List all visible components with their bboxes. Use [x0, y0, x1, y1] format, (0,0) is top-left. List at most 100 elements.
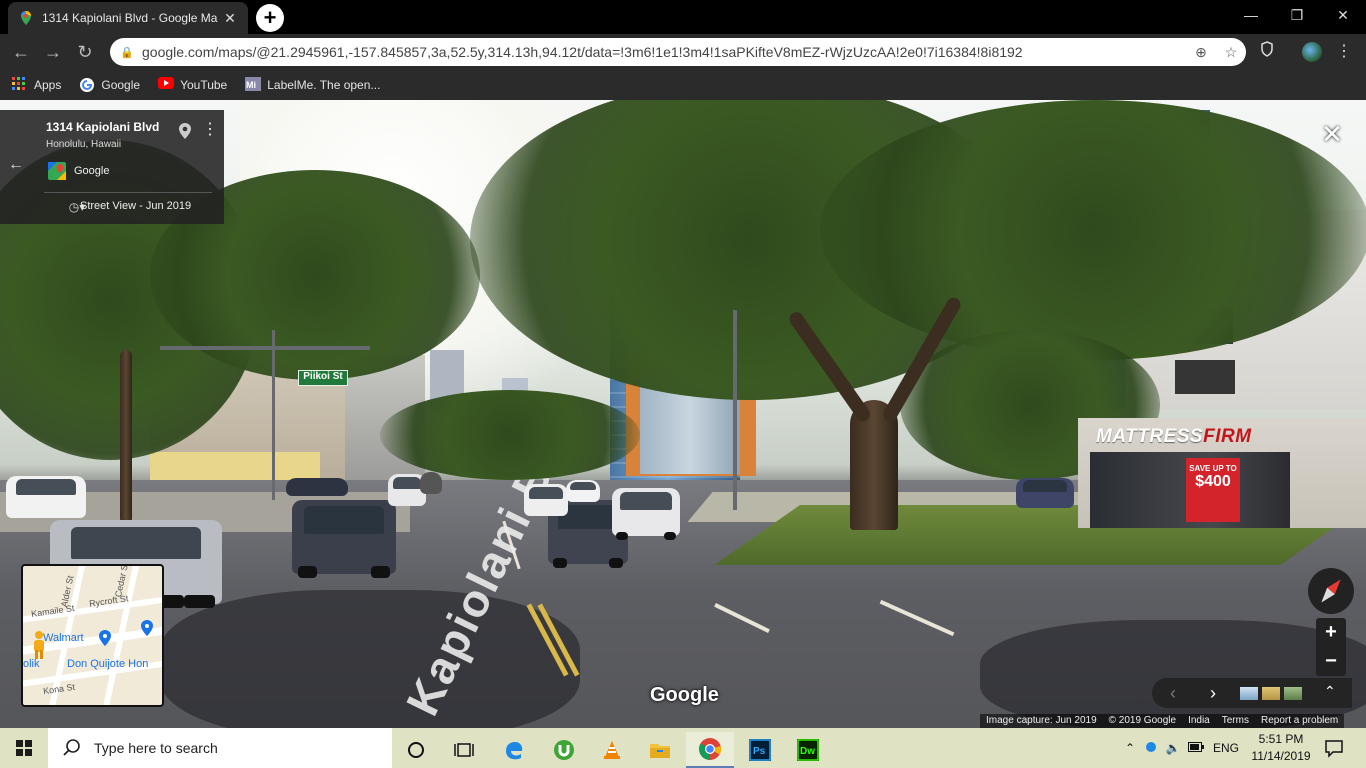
battery-icon[interactable] [1184, 741, 1208, 755]
tab-strip: 1314 Kapiolani Blvd - Google Ma ✕ + — ❐ … [0, 0, 1366, 34]
taskbar-search[interactable]: Type here to search [48, 728, 392, 768]
bookmark-youtube[interactable]: YouTube [158, 77, 227, 93]
store-sign: MATTRESSFIRM [1096, 426, 1252, 447]
cortana-icon[interactable] [392, 732, 440, 768]
google-watermark: Google [650, 684, 719, 706]
minimap[interactable]: Kamaile St Rycroft St Kona St Alder St C… [21, 564, 164, 707]
bookmarks-bar: Apps Google YouTube Mi LabelMe. The open… [0, 70, 1366, 100]
bookmark-apps[interactable]: Apps [12, 77, 61, 93]
browser-tab[interactable]: 1314 Kapiolani Blvd - Google Ma ✕ [8, 2, 248, 34]
expand-icon[interactable]: ⌃ [1324, 683, 1336, 700]
map-poi[interactable]: Walmart [43, 632, 84, 644]
image-capture-date: Image capture: Jun 2019 [986, 715, 1097, 726]
svg-text:Dw: Dw [800, 746, 815, 757]
lock-icon[interactable]: 🔒 [120, 46, 134, 59]
map-pin-icon[interactable] [178, 122, 192, 140]
promo-banner: SAVE UP TO $400 [1186, 458, 1240, 522]
svg-text:Ps: Ps [753, 746, 766, 757]
profile-avatar[interactable] [1302, 42, 1322, 62]
windows-start-button[interactable] [0, 728, 48, 768]
terms-link[interactable]: Terms [1216, 714, 1255, 728]
imagery-strip: ‹ › ⌃ [1152, 678, 1352, 708]
tree-trunk-left [120, 350, 132, 520]
utorrent-icon[interactable] [540, 732, 588, 768]
shield-extension-icon[interactable] [1254, 40, 1280, 64]
light-pole [272, 330, 275, 500]
system-clock[interactable]: 5:51 PM 11/14/2019 [1250, 731, 1312, 765]
chrome-icon[interactable] [686, 732, 734, 768]
edge-browser-icon[interactable] [490, 732, 538, 768]
close-streetview-icon[interactable]: ✕ [1320, 121, 1344, 147]
more-options-icon[interactable]: ⋮ [202, 122, 218, 138]
place-name[interactable]: 1314 Kapiolani Blvd [46, 120, 159, 134]
close-window-button[interactable]: ✕ [1320, 0, 1366, 30]
language-indicator[interactable]: ENG [1208, 741, 1244, 755]
clock-time: 5:51 PM [1258, 732, 1304, 746]
volume-muted-icon[interactable]: 🔈 [1162, 741, 1184, 755]
bookmark-label: YouTube [180, 78, 228, 92]
back-arrow-icon[interactable]: ← [8, 40, 34, 64]
bookmark-star-icon[interactable]: ☆ [1216, 44, 1246, 61]
imagery-thumbnail[interactable] [1240, 687, 1258, 700]
tree-shadow [980, 620, 1366, 728]
google-icon [79, 77, 95, 93]
maximize-button[interactable]: ❐ [1274, 0, 1320, 30]
card-divider [44, 192, 212, 193]
street-sign: Piikoi St [298, 370, 348, 386]
new-tab-button[interactable]: + [256, 4, 284, 32]
minimize-button[interactable]: — [1228, 0, 1274, 30]
location-info-card: ← 1314 Kapiolani Blvd Honolulu, Hawaii ⋮… [0, 110, 224, 224]
add-icon[interactable]: ⊕ [1186, 44, 1216, 61]
previous-arrow-icon[interactable]: ‹ [1162, 682, 1184, 704]
map-poi[interactable]: Don Quijote Hon [67, 658, 148, 670]
back-arrow-icon[interactable]: ← [8, 156, 24, 174]
light-pole [733, 310, 737, 510]
zoom-out-button[interactable]: − [1316, 647, 1346, 676]
google-maps-favicon-icon [18, 10, 34, 26]
attribution-bar: Image capture: Jun 2019 © 2019 Google In… [980, 714, 1345, 728]
car [1016, 478, 1074, 508]
address-bar[interactable]: 🔒 google.com/maps/@21.2945961,-157.84585… [110, 38, 1246, 66]
bookmark-labelme[interactable]: Mi LabelMe. The open... [245, 77, 380, 93]
pegman-icon[interactable] [31, 630, 47, 660]
photoshop-icon[interactable]: Ps [736, 732, 784, 768]
map-poi-pin-icon [141, 620, 153, 641]
task-view-icon[interactable] [440, 732, 488, 768]
car [420, 472, 442, 494]
next-arrow-icon[interactable]: › [1202, 682, 1224, 704]
car [566, 480, 600, 502]
file-explorer-icon[interactable] [636, 732, 684, 768]
car [292, 500, 396, 578]
imagery-thumbnail[interactable] [1284, 687, 1302, 700]
vlc-icon[interactable] [588, 732, 636, 768]
tree-shadow [160, 590, 580, 728]
browser-menu-icon[interactable]: ⋮ [1334, 40, 1354, 64]
zoom-in-button[interactable]: + [1316, 618, 1346, 647]
onedrive-icon[interactable] [1140, 741, 1162, 756]
labelme-icon: Mi [245, 77, 262, 93]
map-street-label: Kona St [42, 681, 76, 697]
google-maps-icon [48, 162, 66, 180]
system-tray: ⌃ 🔈 ENG [1120, 728, 1244, 768]
tab-close-icon[interactable]: ✕ [222, 10, 238, 27]
chevron-up-icon[interactable]: ⌃ [1120, 741, 1140, 755]
car [612, 488, 680, 540]
window-controls: — ❐ ✕ [1228, 0, 1366, 30]
bookmark-google[interactable]: Google [79, 77, 140, 93]
region-link[interactable]: India [1182, 714, 1216, 728]
report-problem-link[interactable]: Report a problem [1255, 714, 1344, 728]
capture-date[interactable]: Street View - Jun 2019 [80, 200, 191, 212]
compass-icon[interactable] [1308, 568, 1354, 614]
forward-arrow-icon[interactable]: → [40, 40, 66, 64]
dreamweaver-icon[interactable]: Dw [784, 732, 832, 768]
reload-icon[interactable]: ↻ [72, 40, 98, 64]
search-icon [62, 738, 82, 758]
bookmark-label: Apps [34, 78, 62, 92]
notifications-icon[interactable] [1322, 736, 1346, 760]
windows-taskbar: Type here to search Ps Dw ⌃ 🔈 ENG 5:51 P… [0, 728, 1366, 768]
search-placeholder[interactable]: Type here to search [94, 740, 218, 756]
imagery-thumbnail[interactable] [1262, 687, 1280, 700]
url-text[interactable]: google.com/maps/@21.2945961,-157.845857,… [142, 44, 1186, 60]
car [286, 478, 348, 496]
youtube-icon [158, 77, 175, 93]
